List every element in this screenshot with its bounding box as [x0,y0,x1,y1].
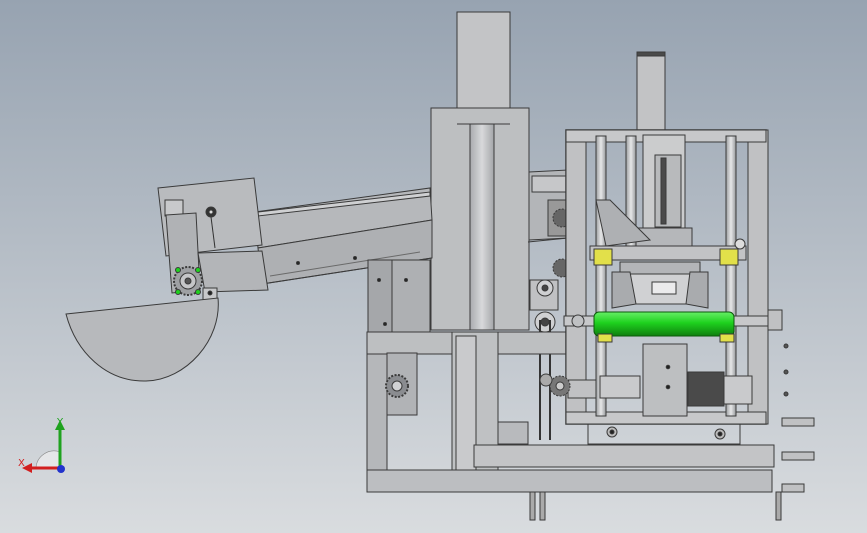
y-axis-label: Y [56,417,64,428]
actuator-block [595,134,693,247]
z-axis-dot [57,465,65,473]
right-top-column [636,51,666,136]
top-vertical-column [430,11,530,331]
right-brackets [767,309,815,493]
cad-viewport[interactable]: Y X [0,0,867,533]
coordinate-triad: Y X [18,417,65,473]
left-gearbox [157,177,269,294]
x-axis-label: X [18,458,25,469]
belt-drive [527,169,572,440]
machine-assembly-model[interactable] [0,0,867,533]
bushing-plate [589,238,747,309]
half-disc-bowl [65,297,219,382]
